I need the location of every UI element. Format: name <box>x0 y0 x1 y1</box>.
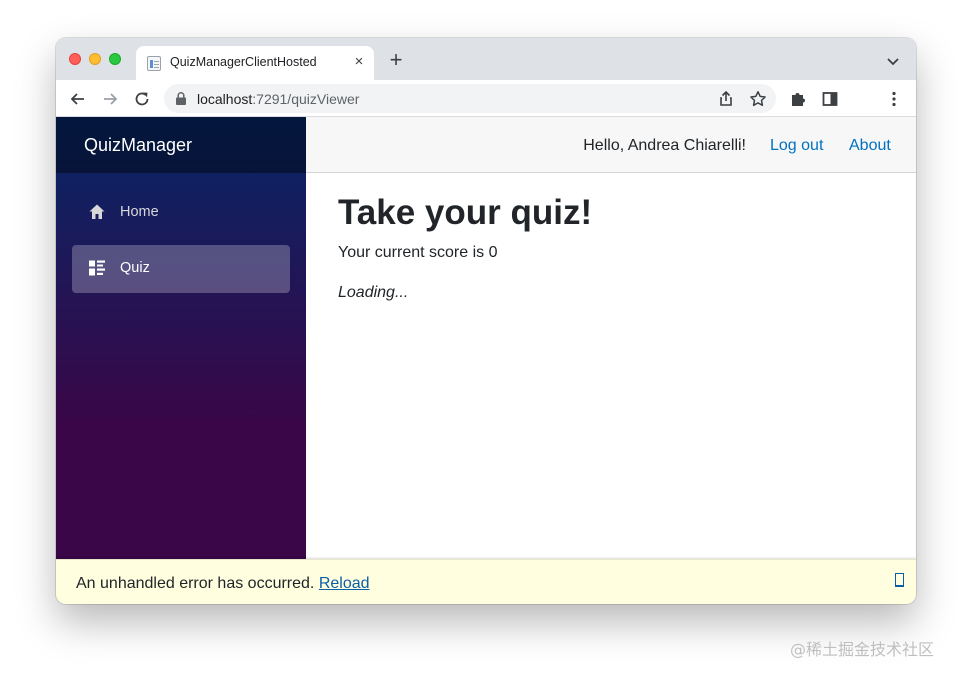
nav-item-label: Home <box>120 204 159 220</box>
maximize-window-button[interactable] <box>109 53 121 65</box>
back-arrow-icon[interactable] <box>68 89 88 109</box>
logout-link[interactable]: Log out <box>770 137 823 155</box>
page-title: Take your quiz! <box>338 193 593 232</box>
nav-item-home[interactable]: Home <box>72 189 290 237</box>
new-tab-button[interactable]: + <box>386 49 406 71</box>
nav-item-label: Quiz <box>120 260 150 276</box>
page-favicon-icon <box>147 56 161 71</box>
main-content: Take your quiz! Your current score is 0 … <box>306 173 916 559</box>
top-row: Hello, Andrea Chiarelli! Log out About <box>306 117 916 173</box>
brand-bar: QuizManager <box>56 117 306 173</box>
lock-icon[interactable] <box>174 91 188 106</box>
sidebar: QuizManager Home Quiz <box>56 117 306 559</box>
bookmark-star-icon[interactable] <box>748 89 768 109</box>
web-page: QuizManager Home Quiz Hello, Andrea Chia… <box>56 117 916 604</box>
close-window-button[interactable] <box>69 53 81 65</box>
browser-menu-icon[interactable] <box>884 89 904 109</box>
browser-tab[interactable]: QuizManagerClientHosted × <box>136 46 374 80</box>
address-bar[interactable]: localhost:7291/quizViewer <box>164 84 776 113</box>
browser-toolbar: localhost:7291/quizViewer <box>56 80 916 117</box>
tab-strip: QuizManagerClientHosted × + <box>56 38 916 80</box>
share-icon[interactable] <box>716 89 736 109</box>
about-link[interactable]: About <box>849 137 891 155</box>
loading-text: Loading... <box>338 284 409 301</box>
nav-item-quiz[interactable]: Quiz <box>72 245 290 293</box>
user-greeting: Hello, Andrea Chiarelli! <box>583 137 746 154</box>
error-ui-bar: An unhandled error has occurred. Reload <box>56 559 916 604</box>
tab-search-chevron-icon[interactable] <box>884 52 902 70</box>
url-text: localhost:7291/quizViewer <box>197 91 360 107</box>
tab-title: QuizManagerClientHosted <box>170 55 317 69</box>
brand-link[interactable]: QuizManager <box>84 135 192 156</box>
error-message: An unhandled error has occurred. Reload <box>76 575 370 592</box>
extensions-puzzle-icon[interactable] <box>788 89 808 109</box>
watermark-text: @稀土掘金技术社区 <box>790 640 935 659</box>
minimize-window-button[interactable] <box>89 53 101 65</box>
reload-icon[interactable] <box>132 89 152 109</box>
close-tab-icon[interactable]: × <box>350 52 368 72</box>
home-icon <box>89 204 105 219</box>
dismiss-icon[interactable] <box>895 573 904 587</box>
score-text: Your current score is 0 <box>338 244 498 261</box>
browser-window: QuizManagerClientHosted × + localhost:72… <box>56 38 916 604</box>
side-panel-icon[interactable] <box>820 89 840 109</box>
forward-arrow-icon[interactable] <box>100 89 120 109</box>
reload-link[interactable]: Reload <box>319 575 370 592</box>
list-icon <box>89 260 105 276</box>
